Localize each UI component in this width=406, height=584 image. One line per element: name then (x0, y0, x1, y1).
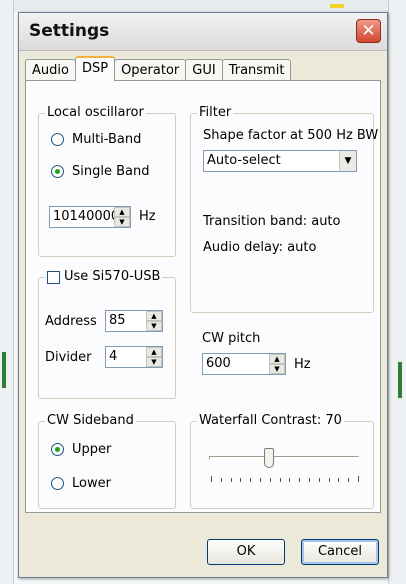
background-marker (398, 362, 402, 398)
use-si570-checkbox[interactable]: Use Si570-USB (45, 269, 163, 285)
settings-dialog: Settings ✕ Audio DSP Operator GUI Transm… (18, 12, 388, 578)
si570-group: Use Si570-USB Address 85 ▲ ▼ Divider 4 ▲… (38, 269, 176, 399)
upper-radio-indicator (51, 443, 64, 456)
use-si570-label: Use Si570-USB (64, 269, 161, 284)
title-bar[interactable]: Settings ✕ (19, 13, 387, 51)
divider-label: Divider (45, 350, 92, 365)
multi-band-label: Multi-Band (72, 132, 142, 147)
dsp-tab-panel: Local oscillaror Multi-Band Single Band … (25, 80, 381, 513)
background-app-right (388, 0, 406, 584)
frequency-value[interactable]: 10140000 (50, 207, 114, 227)
slider-tick (279, 478, 281, 482)
cw-pitch-value[interactable]: 600 (203, 354, 269, 374)
cw-sideband-group: CW Sideband Upper Lower (38, 413, 176, 509)
spin-down-icon[interactable]: ▼ (146, 321, 162, 331)
background-app-strip (0, 0, 406, 12)
upper-radio[interactable]: Upper (51, 442, 111, 457)
close-icon: ✕ (361, 21, 376, 41)
slider-tick (260, 478, 261, 482)
shape-factor-select[interactable]: Auto-select ▼ (203, 150, 357, 172)
address-spinbox[interactable]: 85 ▲ ▼ (105, 310, 163, 332)
divider-spinbox[interactable]: 4 ▲ ▼ (105, 346, 163, 368)
slider-tick (230, 478, 232, 482)
multi-band-radio[interactable]: Multi-Band (51, 132, 141, 147)
single-band-radio-indicator (51, 165, 64, 178)
cw-pitch-spinbox[interactable]: 600 ▲ ▼ (202, 353, 286, 375)
tab-audio[interactable]: Audio (25, 59, 76, 81)
slider-tick (289, 478, 291, 482)
transition-band-text: Transition band: auto (203, 214, 341, 229)
single-band-radio[interactable]: Single Band (51, 164, 149, 179)
slider-tick (309, 478, 310, 482)
background-marker (330, 4, 344, 8)
slider-tick (318, 478, 320, 482)
spin-up-icon[interactable]: ▲ (146, 347, 162, 357)
slider-tick (240, 478, 242, 482)
filter-legend: Filter (197, 105, 234, 121)
waterfall-slider-track[interactable] (209, 456, 359, 460)
spin-up-icon[interactable]: ▲ (269, 354, 285, 364)
waterfall-slider-thumb[interactable] (264, 448, 274, 468)
lower-label: Lower (72, 476, 111, 491)
spin-up-icon[interactable]: ▲ (114, 207, 130, 217)
tab-strip: Audio DSP Operator GUI Transmit (25, 56, 292, 81)
spin-up-icon[interactable]: ▲ (146, 311, 162, 321)
shape-factor-label: Shape factor at 500 Hz BW (203, 128, 379, 143)
slider-tick (299, 478, 301, 482)
address-value[interactable]: 85 (106, 311, 146, 331)
slider-tick (250, 478, 252, 482)
waterfall-contrast-legend: Waterfall Contrast: 70 (197, 413, 344, 429)
slider-tick (338, 478, 340, 482)
frequency-unit: Hz (139, 209, 156, 224)
address-label: Address (45, 314, 97, 329)
si570-checkbox-box[interactable] (47, 270, 60, 284)
audio-delay-text: Audio delay: auto (203, 240, 317, 255)
chevron-down-icon[interactable]: ▼ (339, 151, 356, 171)
cw-pitch-unit: Hz (294, 357, 311, 372)
single-band-label: Single Band (72, 164, 150, 179)
shape-factor-value[interactable]: Auto-select (204, 151, 339, 171)
slider-tick (220, 478, 222, 482)
lower-radio-indicator (51, 477, 64, 490)
filter-group: Filter Shape factor at 500 Hz BW Auto-se… (190, 105, 378, 313)
upper-label: Upper (72, 442, 112, 457)
background-app-left (0, 0, 14, 584)
spin-down-icon[interactable]: ▼ (269, 364, 285, 374)
slider-tick (211, 476, 212, 482)
waterfall-contrast-group: Waterfall Contrast: 70 (190, 413, 374, 509)
tab-gui[interactable]: GUI (185, 59, 223, 81)
tab-transmit[interactable]: Transmit (221, 59, 292, 81)
dialog-title: Settings (29, 21, 110, 41)
cw-pitch-label: CW pitch (202, 331, 261, 346)
divider-value[interactable]: 4 (106, 347, 146, 367)
multi-band-radio-indicator (51, 133, 64, 146)
ok-button[interactable]: OK (207, 539, 285, 565)
spin-down-icon[interactable]: ▼ (114, 217, 130, 227)
local-oscillator-legend: Local oscillaror (45, 105, 146, 121)
slider-tick (328, 478, 330, 482)
tab-operator[interactable]: Operator (114, 59, 187, 81)
close-button[interactable]: ✕ (356, 19, 381, 43)
tab-dsp[interactable]: DSP (74, 56, 116, 81)
cancel-button[interactable]: Cancel (301, 539, 379, 565)
slider-tick (348, 478, 350, 482)
slider-tick (269, 478, 271, 482)
background-marker (2, 352, 6, 388)
slider-tick (358, 476, 359, 482)
spin-down-icon[interactable]: ▼ (146, 357, 162, 367)
cw-sideband-legend: CW Sideband (45, 413, 136, 429)
lower-radio[interactable]: Lower (51, 476, 111, 491)
frequency-spinbox[interactable]: 10140000 ▲ ▼ (49, 206, 131, 228)
local-oscillator-group: Local oscillaror Multi-Band Single Band … (38, 105, 176, 257)
